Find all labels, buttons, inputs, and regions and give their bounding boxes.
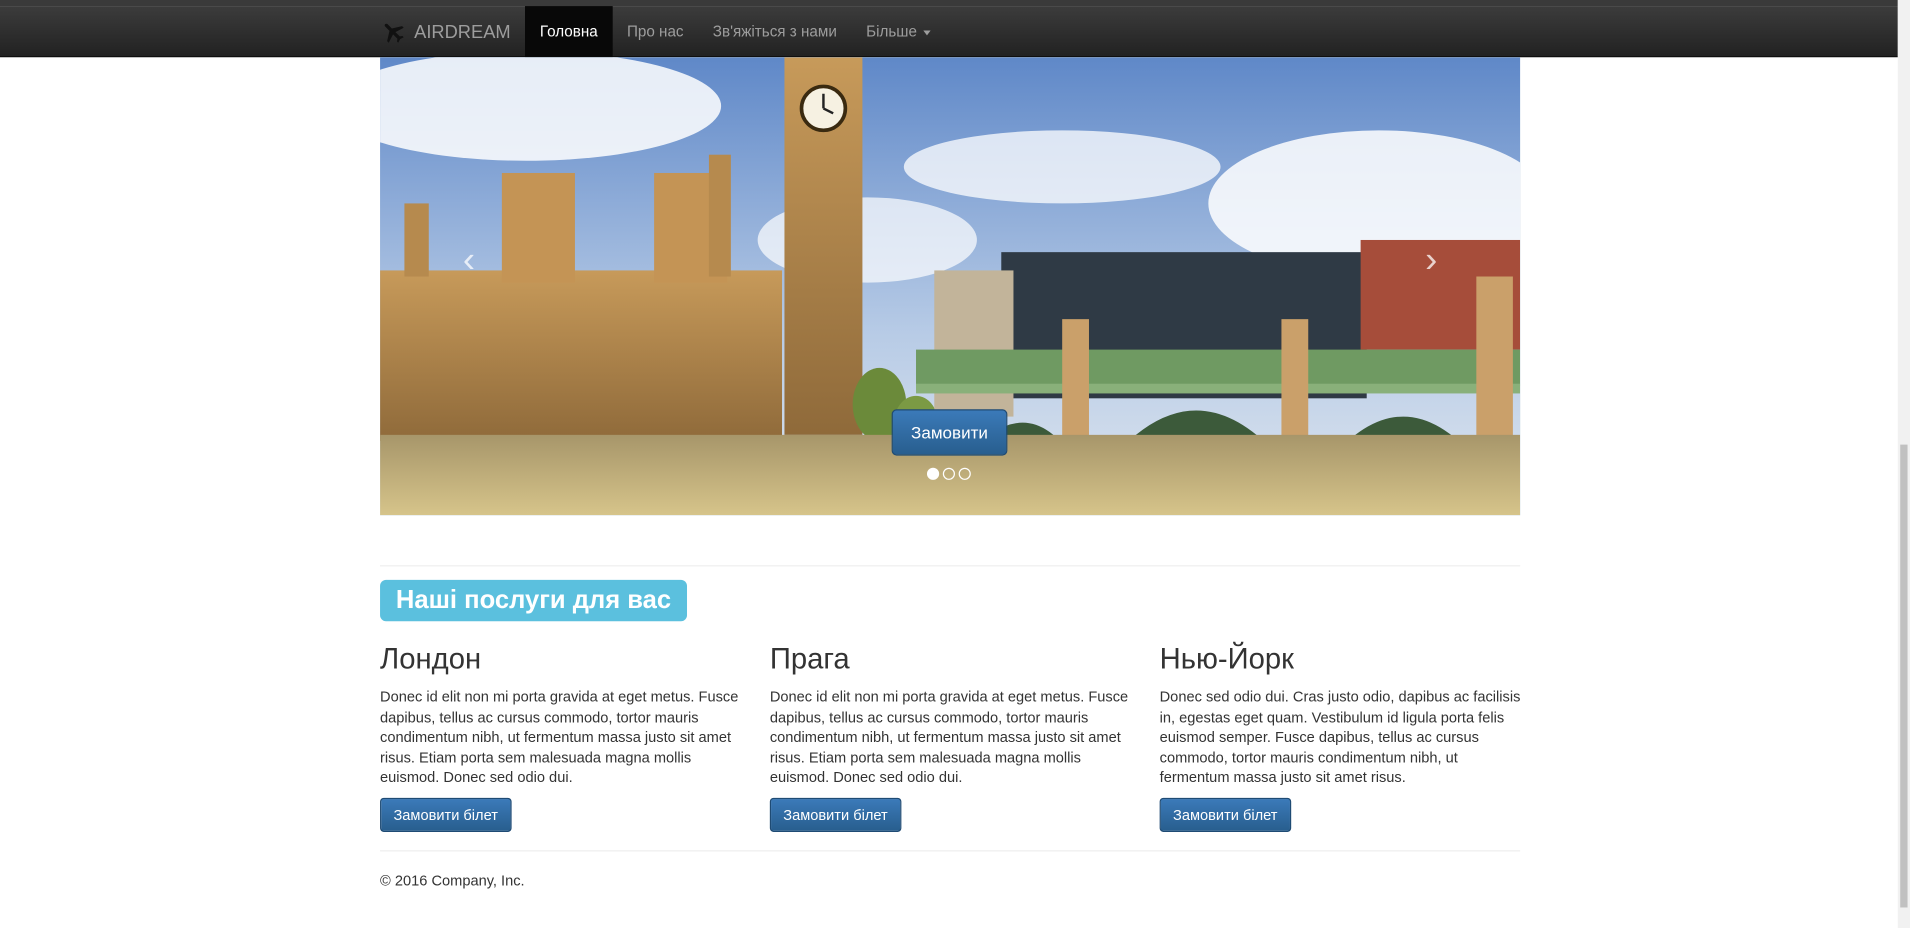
carousel-order-button[interactable]: Замовити xyxy=(891,409,1008,456)
navbar-inner: AIRDREAM Головна Про нас Зв'яжіться з на… xyxy=(380,6,945,58)
city-heading: Лондон xyxy=(380,643,482,677)
nav-item-more-dropdown[interactable]: Більше xyxy=(851,6,945,57)
carousel-prev-control[interactable]: ‹ xyxy=(451,240,488,281)
nav-item-more-label: Більше xyxy=(866,23,917,41)
chevron-left-icon: ‹ xyxy=(462,239,476,281)
city-description: Donec sed odio dui. Cras justo odio, dap… xyxy=(1159,688,1521,786)
service-column-new-york: Нью-Йорк Donec sed odio dui. Cras justo … xyxy=(1159,643,1523,832)
brand-name: AIRDREAM xyxy=(414,21,511,43)
nav-item-contact-label: Зв'яжіться з нами xyxy=(712,23,837,41)
caret-down-icon xyxy=(923,30,931,36)
carousel-indicators xyxy=(926,467,971,480)
city-heading: Прага xyxy=(769,643,850,677)
nav-item-home-label: Головна xyxy=(539,23,598,41)
city-heading: Нью-Йорк xyxy=(1159,643,1294,677)
city-description: Donec id elit non mi porta gravida at eg… xyxy=(769,688,1129,786)
page: AIRDREAM Головна Про нас Зв'яжіться з на… xyxy=(0,0,1910,928)
service-column-london: Лондон Donec id elit non mi porta gravid… xyxy=(380,643,743,832)
services-heading-label: Наші послуги для вас xyxy=(380,579,687,622)
carousel: ‹ › Замовити xyxy=(380,57,1521,516)
order-ticket-button-new-york[interactable]: Замовити білет xyxy=(1159,797,1291,832)
carousel-indicator-1[interactable] xyxy=(926,467,940,480)
footer-divider xyxy=(380,850,1521,852)
nav-item-contact[interactable]: Зв'яжіться з нами xyxy=(698,6,851,57)
nav-item-about-label: Про нас xyxy=(626,23,684,41)
divider xyxy=(380,565,1521,567)
carousel-indicator-2[interactable] xyxy=(942,467,955,480)
page-scrollbar-thumb[interactable] xyxy=(1900,444,1908,908)
brand-link[interactable]: AIRDREAM xyxy=(380,6,525,57)
nav-item-about[interactable]: Про нас xyxy=(612,6,698,57)
service-column-prague: Прага Donec id elit non mi porta gravida… xyxy=(769,643,1133,832)
nav-item-home[interactable]: Головна xyxy=(525,6,613,58)
city-description: Donec id elit non mi porta gravida at eg… xyxy=(380,688,739,786)
airplane-icon xyxy=(384,23,404,43)
footer-copyright: © 2016 Company, Inc. xyxy=(380,872,525,890)
order-ticket-button-prague[interactable]: Замовити білет xyxy=(769,797,902,832)
chevron-right-icon: › xyxy=(1425,239,1438,281)
navbar: AIRDREAM Головна Про нас Зв'яжіться з на… xyxy=(0,6,1898,58)
order-ticket-button-london[interactable]: Замовити білет xyxy=(380,797,512,832)
carousel-next-control[interactable]: › xyxy=(1413,240,1450,281)
carousel-indicator-3[interactable] xyxy=(958,467,971,480)
